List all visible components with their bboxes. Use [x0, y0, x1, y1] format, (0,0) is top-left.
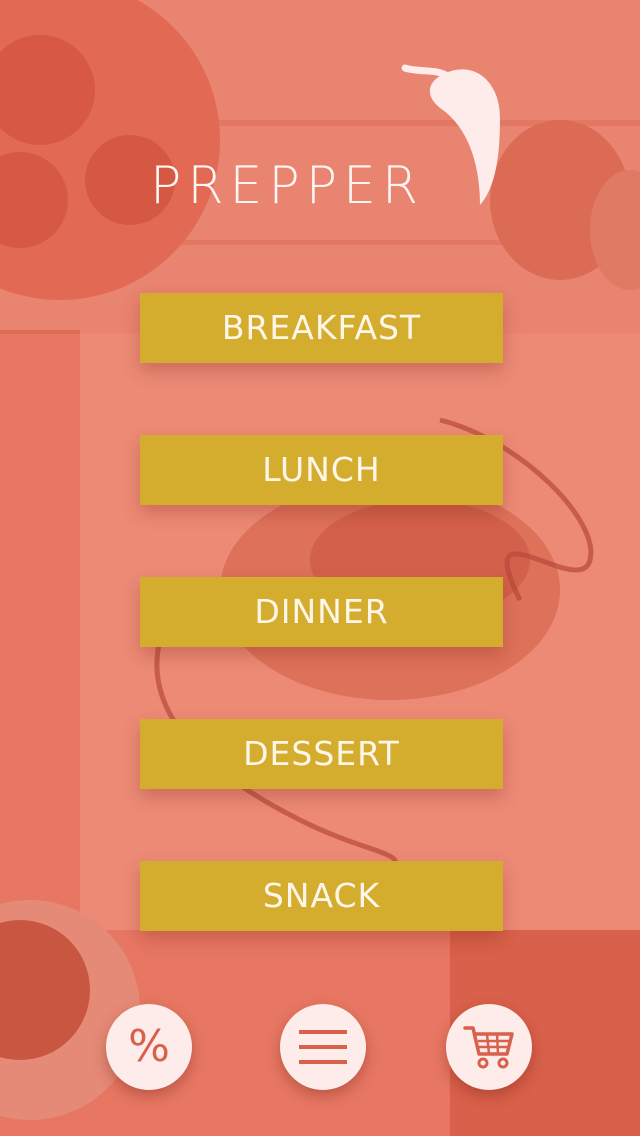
hamburger-menu-icon — [299, 1030, 347, 1064]
shopping-cart-icon — [463, 1026, 514, 1069]
discount-button[interactable]: % — [106, 1004, 192, 1090]
breakfast-button[interactable]: BREAKFAST — [140, 293, 503, 363]
bottom-toolbar: % — [0, 1004, 640, 1094]
meal-category-menu: BREAKFAST LUNCH DINNER DESSERT SNACK — [140, 293, 503, 1003]
cart-button[interactable] — [446, 1004, 532, 1090]
percent-icon: % — [128, 1021, 170, 1072]
app-header: PREPPER — [0, 40, 640, 230]
app-title: PREPPER — [150, 156, 425, 216]
lunch-button[interactable]: LUNCH — [140, 435, 503, 505]
chili-pepper-icon — [401, 64, 500, 205]
hamburger-menu-button[interactable] — [280, 1004, 366, 1090]
dinner-button[interactable]: DINNER — [140, 577, 503, 647]
dessert-button[interactable]: DESSERT — [140, 719, 503, 789]
snack-button[interactable]: SNACK — [140, 861, 503, 931]
